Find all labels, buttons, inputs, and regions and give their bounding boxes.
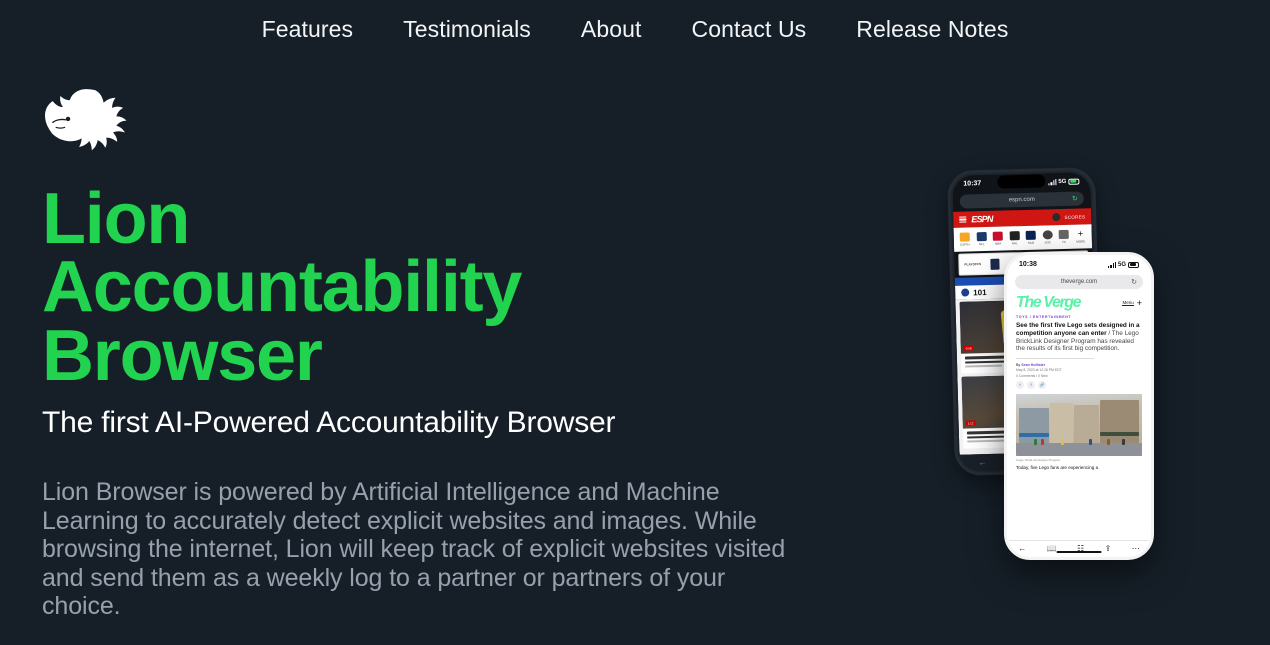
- verge-status-time: 10:38: [1019, 261, 1037, 268]
- espn-score-value: 101: [973, 287, 987, 297]
- plus-icon[interactable]: +: [1137, 298, 1142, 307]
- hero-section: Lion Accountability Browser The first AI…: [42, 85, 822, 645]
- verge-byline: By Sean Hollister: [1016, 362, 1046, 367]
- espn-logo: ESPN: [971, 213, 993, 225]
- nav-item-testimonials[interactable]: Testimonials: [403, 16, 531, 43]
- twitter-icon[interactable]: t: [1016, 380, 1024, 389]
- nav-item-contact-us[interactable]: Contact Us: [692, 16, 807, 43]
- verge-article: TOYS / ENTERTAINMENT See the first five …: [1008, 315, 1150, 540]
- verge-comments[interactable]: 0 Comments / 0 New: [1016, 374, 1142, 378]
- verge-image-caption: Image: BrickLink Designer Program: [1016, 457, 1061, 462]
- espn-nav-icon-nba[interactable]: NBA: [992, 231, 1004, 246]
- espn-nav-icon-soccer[interactable]: SOC: [1042, 230, 1053, 244]
- signal-bars-icon: [1108, 261, 1116, 268]
- verge-phone-screen: 10:38 5G theverge.com ↻ The Verge Menu +: [1008, 256, 1150, 556]
- phone-mockup-theverge: 10:38 5G theverge.com ↻ The Verge Menu +: [1004, 252, 1154, 560]
- espn-status-time: 10:37: [963, 180, 982, 188]
- espn-playoffs-team: [990, 258, 1001, 270]
- espn-sport-nav: ESPN+ NFL NBA NHL MLB SOC FC + MORE: [953, 224, 1093, 252]
- signal-bars-icon: [1048, 178, 1057, 185]
- reload-icon[interactable]: ↻: [1131, 278, 1137, 286]
- nav-item-release-notes[interactable]: Release Notes: [856, 16, 1008, 43]
- verge-url-text: theverge.com: [1060, 279, 1098, 285]
- hero-subtitle: The first AI-Powered Accountability Brow…: [42, 406, 616, 440]
- video-badge: 1:12: [965, 420, 976, 426]
- reload-icon[interactable]: ↻: [1072, 195, 1078, 203]
- espn-nav-icon-espnplus[interactable]: ESPN+: [959, 232, 970, 247]
- verge-status-bar: 10:38 5G: [1008, 256, 1150, 273]
- espn-url-bar[interactable]: espn.com ↻: [959, 191, 1084, 209]
- hamburger-menu-icon[interactable]: [959, 216, 967, 223]
- battery-icon: [1128, 261, 1139, 268]
- team-logo-icon: [961, 288, 970, 297]
- espn-nav-icon-nfl[interactable]: NFL: [976, 231, 987, 246]
- espn-header-right: SCORES: [1052, 212, 1085, 222]
- verge-url-bar[interactable]: theverge.com ↻: [1015, 275, 1143, 289]
- page-title: Lion Accountability Browser: [42, 179, 522, 396]
- espn-status-bar: 10:37 5G: [952, 172, 1090, 193]
- verge-safari-toolbar: ← 📖 ☷ ⇪ ⋯: [1008, 540, 1150, 556]
- verge-menu-label[interactable]: Menu: [1122, 300, 1134, 306]
- back-arrow-icon[interactable]: ←: [1018, 544, 1026, 553]
- espn-scores-label[interactable]: SCORES: [1064, 214, 1085, 220]
- verge-headline: See the first five Lego sets designed in…: [1016, 322, 1140, 353]
- espn-status-indicators: 5G: [1048, 178, 1080, 185]
- verge-menu-group[interactable]: Menu +: [1122, 298, 1142, 308]
- verge-social-links: t f 🔗: [1016, 380, 1142, 389]
- espn-playoffs-label: PLAYOFFS: [964, 262, 982, 267]
- espn-nav-icon-nhl[interactable]: NHL: [1009, 231, 1020, 245]
- back-arrow-icon[interactable]: ←: [978, 458, 986, 467]
- verge-logo[interactable]: The Verge: [1016, 295, 1082, 311]
- share-icon[interactable]: ⇪: [1105, 544, 1112, 553]
- facebook-icon[interactable]: f: [1027, 380, 1035, 389]
- verge-kicker: TOYS / ENTERTAINMENT: [1016, 315, 1072, 319]
- phone-mockups: 10:37 5G espn.com ↻ ESPN SCORES ESPN+ NF…: [940, 160, 1180, 590]
- espn-nav-icon-mlb[interactable]: MLB: [1025, 230, 1037, 245]
- espn-url-text: espn.com: [1008, 196, 1035, 204]
- verge-status-indicators: 5G: [1108, 261, 1139, 268]
- more-icon[interactable]: ⋯: [1132, 544, 1140, 553]
- verge-body-text: Today, five Lego fans are experiencing a: [1016, 464, 1099, 470]
- espn-nav-icon-more[interactable]: + MORE: [1075, 228, 1086, 244]
- account-avatar-icon[interactable]: [1052, 213, 1061, 222]
- nav-item-features[interactable]: Features: [262, 16, 354, 43]
- espn-network-label: 5G: [1058, 178, 1067, 185]
- verge-network-label: 5G: [1117, 261, 1126, 268]
- link-icon[interactable]: 🔗: [1038, 380, 1046, 389]
- video-badge: 0:58: [963, 345, 974, 351]
- divider: [1016, 358, 1095, 359]
- verge-timestamp: May 8, 2023 at 12:26 PM EDT: [1016, 368, 1062, 373]
- bookmarks-icon[interactable]: 📖: [1047, 544, 1057, 553]
- espn-nav-icon-espnfc[interactable]: FC: [1058, 229, 1070, 244]
- verge-author[interactable]: Sean Hollister: [1021, 363, 1045, 367]
- dynamic-island: [997, 174, 1046, 189]
- verge-site-header: The Verge Menu +: [1008, 293, 1150, 315]
- hero-description: Lion Browser is powered by Artificial In…: [42, 478, 786, 621]
- battery-icon: [1068, 178, 1080, 185]
- top-navigation: Features Testimonials About Contact Us R…: [0, 0, 1270, 58]
- nav-item-about[interactable]: About: [581, 16, 642, 43]
- dynamic-island: [1055, 257, 1103, 270]
- lion-head-icon: [42, 85, 128, 163]
- verge-article-image: [1016, 393, 1142, 456]
